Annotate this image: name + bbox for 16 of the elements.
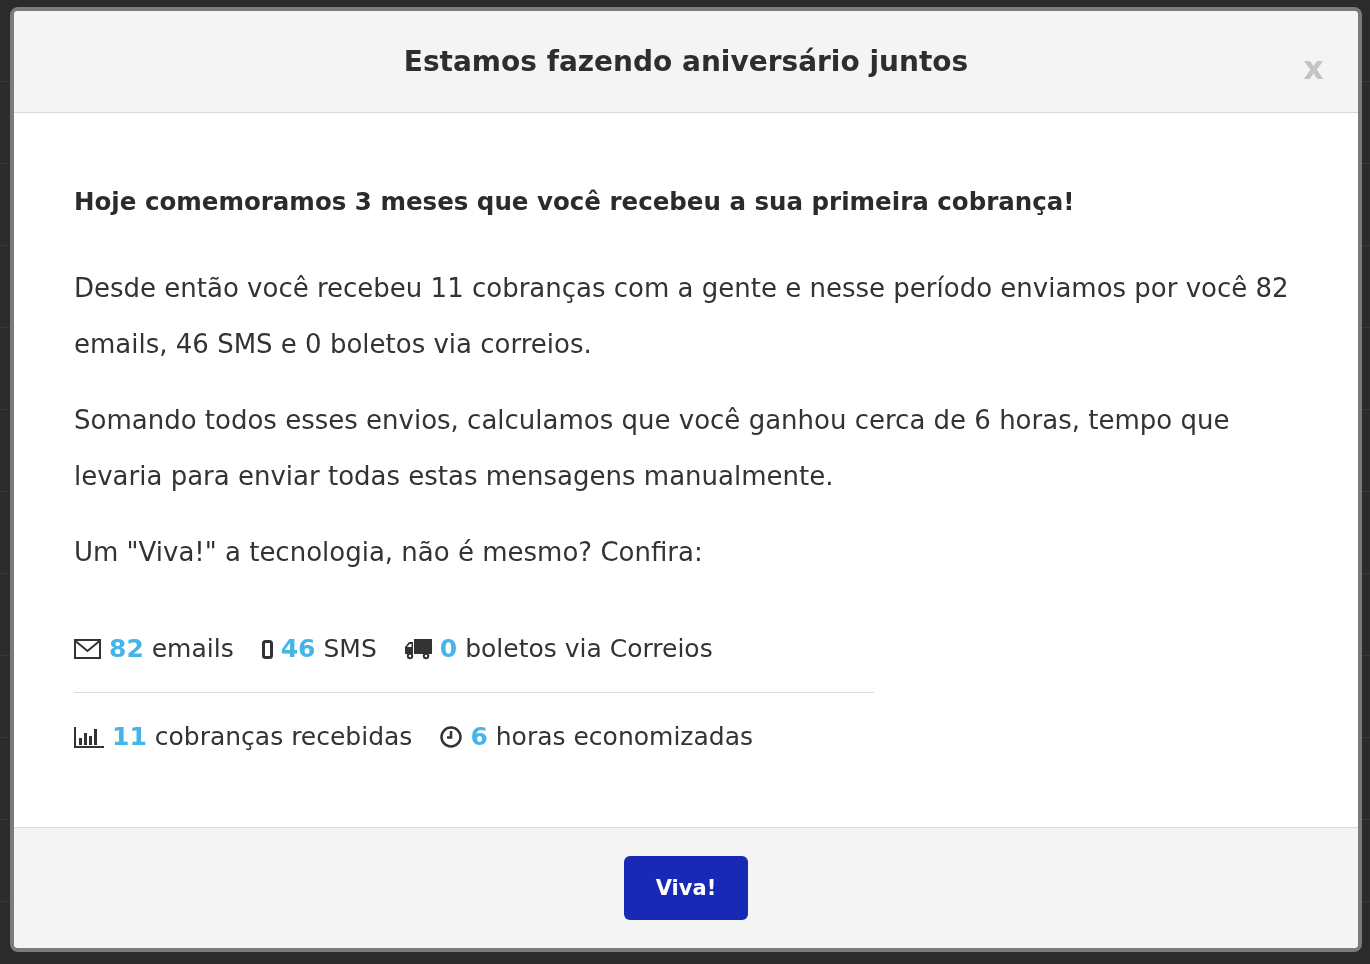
mobile-phone-icon [261,639,273,659]
stat-text: 11 cobranças recebidas [112,721,413,753]
stat-text: 6 horas economizadas [470,721,753,753]
stat-text: 82 emails [109,633,234,665]
truck-icon [404,638,432,660]
stat-text: 46 SMS [280,633,377,665]
paragraph: Somando todos esses envios, calculamos que você ganhou cerca de 6 horas, tempo que levaria para enviar todas estas mensagens manualmente. [74,404,1231,493]
paragraph: Um "Viva!" a tecnologia, não é mesmo? Confira: [74,536,704,569]
stat-text: 0 boletos via Correios [439,633,713,665]
bar-chart-icon [74,726,104,748]
headline: Hoje comemoramos 3 meses que você recebeu a sua primeira cobrança! [74,186,1076,218]
dialog-title: Estamos fazendo aniversário juntos [403,45,969,78]
viva-button[interactable]: Viva! [624,856,748,920]
envelope-icon [74,639,101,659]
paragraph: Desde então você recebeu 11 cobranças com a gente e nesse período enviamos por você 82 emails, 46 SMS e 0 boletos via correios. [74,272,1290,361]
clock-icon [440,726,463,748]
